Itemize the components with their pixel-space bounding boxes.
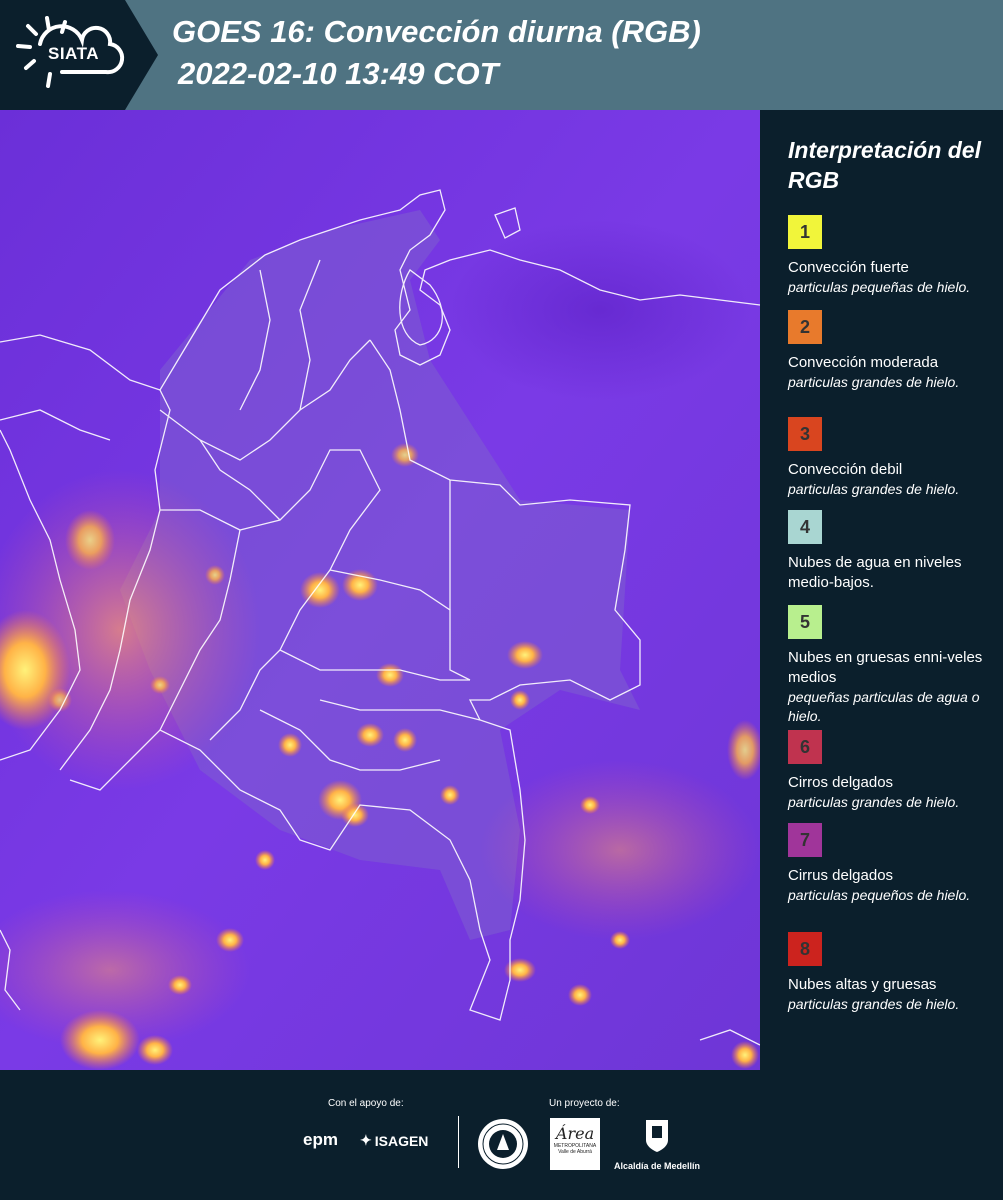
legend-panel: Interpretación del RGB 1 Convección fuert…	[772, 110, 997, 1070]
footer-divider	[458, 1116, 459, 1168]
siata-logo: SIATA	[0, 0, 158, 110]
legend-swatch: 6	[788, 730, 822, 764]
legend-item-name: Convección fuerte	[788, 259, 909, 276]
area-metropolitana-logo: Área METROPOLITANA Valle de Aburrá	[550, 1118, 600, 1170]
legend-item-5: 5 Nubes en gruesas enni-veles medios peque…	[788, 605, 988, 726]
legend-item-name: Nubes altas y gruesas	[788, 976, 937, 993]
legend-item-name: Nubes de agua en niveles medio-bajos.	[788, 554, 962, 591]
medellin-shield-icon	[646, 1120, 668, 1152]
area-logo-sub: METROPOLITANA Valle de Aburrá	[553, 1143, 597, 1155]
area-logo-word: Área	[555, 1124, 595, 1143]
university-seal-icon	[478, 1119, 528, 1169]
isagen-logo-text: ISAGEN	[374, 1132, 429, 1149]
legend-item-description: particulas pequeños de hielo.	[788, 887, 971, 903]
legend-item-1: 1 Convección fuerte particulas pequeñas de…	[788, 215, 988, 297]
legend-item-name: Cirrus delgados	[788, 867, 894, 884]
page-title: GOES 16: Convección diurna (RGB)	[172, 14, 701, 49]
legend-item-3: 3 Convección debil particulas grandes de h…	[788, 417, 988, 499]
medellin-label: Alcaldía de Medellín	[613, 1161, 701, 1171]
legend-item-description: particulas grandes de hielo.	[788, 996, 960, 1012]
epm-logo: epm	[303, 1130, 338, 1149]
footer: Con el apoyo de: Un proyecto de: epm ✦ I…	[0, 1070, 1003, 1200]
header: SIATA GOES 16: Convección diurna (RGB) 2…	[0, 0, 1003, 110]
legend-item-name: Convección moderada	[788, 354, 939, 371]
legend-swatch: 1	[788, 215, 822, 249]
legend-swatch: 3	[788, 417, 822, 451]
legend-swatch: 4	[788, 510, 822, 544]
legend-item-description: particulas grandes de hielo.	[788, 374, 960, 390]
support-label: Con el apoyo de:	[328, 1098, 404, 1109]
legend-item-name: Cirros delgados	[788, 774, 894, 791]
legend-item-description: particulas grandes de hielo.	[788, 794, 960, 810]
legend-item-name: Nubes en gruesas enni-veles medios	[788, 649, 983, 686]
isagen-star-icon: ✦	[360, 1132, 372, 1148]
legend-item-2: 2 Convección moderada particulas grandes d…	[788, 310, 988, 392]
project-label: Un proyecto de:	[549, 1098, 620, 1109]
legend-item-description: pequeñas particulas de agua o hielo.	[788, 689, 980, 724]
siata-logo-text: SIATA	[48, 44, 99, 63]
legend-swatch: 5	[788, 605, 822, 639]
satellite-map	[0, 110, 760, 1070]
legend-swatch: 8	[788, 932, 822, 966]
legend-item-description: particulas pequeñas de hielo.	[788, 279, 971, 295]
legend-item-7: 7 Cirrus delgados particulas pequeños de h…	[788, 823, 988, 905]
legend-item-name: Convección debil	[788, 461, 903, 478]
isagen-logo: ✦ ISAGEN	[360, 1132, 428, 1149]
legend-title: Interpretación del RGB	[788, 137, 981, 193]
legend-item-6: 6 Cirros delgados particulas grandes de hi…	[788, 730, 988, 812]
legend-item-8: 8 Nubes altas y gruesas particulas grandes…	[788, 932, 988, 1014]
legend-swatch: 7	[788, 823, 822, 857]
satellite-rgb-image	[0, 110, 760, 1070]
legend-swatch: 2	[788, 310, 822, 344]
legend-item-4: 4 Nubes de agua en niveles medio-bajos.	[788, 510, 988, 593]
alcaldia-medellin-logo: Alcaldía de Medellín	[612, 1118, 702, 1171]
legend-item-description: particulas grandes de hielo.	[788, 481, 960, 497]
page-timestamp: 2022-02-10 13:49 COT	[178, 56, 499, 91]
